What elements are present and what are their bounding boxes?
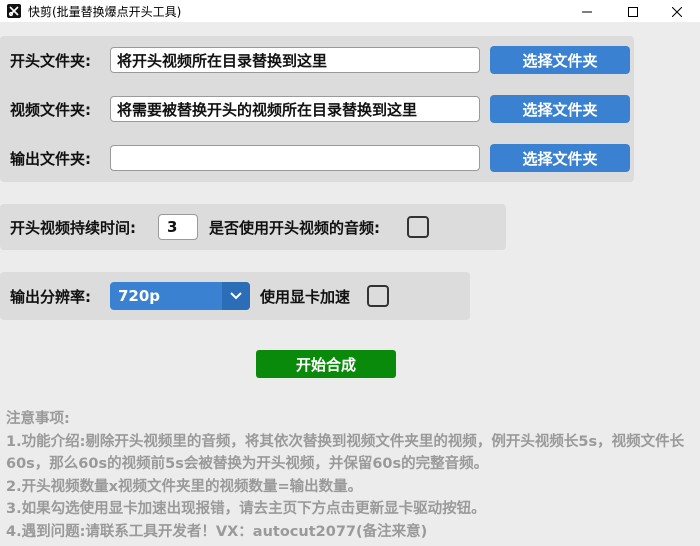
choose-output-folder-button[interactable]: 选择文件夹 [490,144,630,172]
use-opening-audio-checkbox[interactable] [407,216,429,238]
video-folder-label: 视频文件夹: [10,101,91,119]
start-merge-button[interactable]: 开始合成 [256,350,396,378]
output-folder-input[interactable] [110,145,480,171]
notes-line: 2.开头视频数量x视频文件夹里的视频数量=输出数量。 [6,478,363,495]
notes-line: 1.功能介绍:剔除开头视频里的音频，将其依次替换到视频文件夹里的视频，例开头视频… [6,433,685,473]
minimize-button[interactable] [564,0,610,22]
choose-video-folder-button[interactable]: 选择文件夹 [490,95,630,123]
chevron-down-icon [222,282,250,310]
opening-duration-label: 开头视频持续时间: [10,219,136,237]
title-bar: 快剪(批量替换爆点开头工具) [0,0,700,22]
gpu-acceleration-label: 使用显卡加速 [260,288,351,306]
notes-section: 注意事项: 1.功能介绍:剔除开头视频里的音频，将其依次替换到视频文件夹里的视频… [6,408,696,543]
opening-duration-value: 3 [167,218,178,236]
notes-line: 4.遇到问题:请联系工具开发者！VX：autocut2077(备注来意) [6,523,428,540]
resolution-selected-value: 720p [118,287,161,305]
close-button[interactable] [654,0,700,22]
opening-folder-label: 开头文件夹: [10,52,91,70]
choose-opening-folder-button[interactable]: 选择文件夹 [490,46,630,74]
notes-title: 注意事项: [6,411,70,427]
opening-folder-input[interactable] [110,47,480,73]
minimize-icon [582,2,592,21]
gpu-acceleration-checkbox[interactable] [367,285,389,307]
close-icon [671,2,683,21]
window-title: 快剪(批量替换爆点开头工具) [28,4,182,19]
output-folder-label: 输出文件夹: [10,150,91,168]
output-resolution-label: 输出分辨率: [10,288,91,306]
use-opening-audio-label: 是否使用开头视频的音频: [209,219,380,237]
app-logo-icon [6,3,22,19]
maximize-button[interactable] [610,0,656,22]
resolution-select[interactable]: 720p [110,282,250,310]
notes-line: 3.如果勾选使用显卡加速出现报错，请去主页下方点击更新显卡驱动按钮。 [6,501,486,517]
maximize-icon [628,2,638,21]
video-folder-input[interactable] [110,96,480,122]
opening-duration-input[interactable]: 3 [158,214,198,240]
